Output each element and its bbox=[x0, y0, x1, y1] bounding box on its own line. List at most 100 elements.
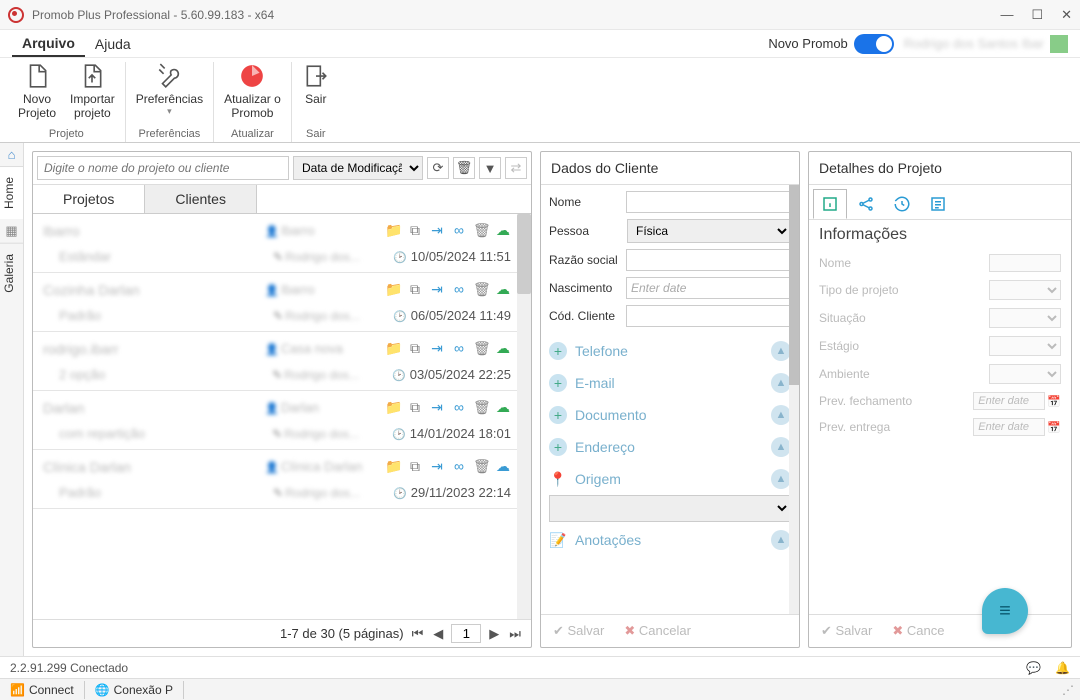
project-row[interactable]: Clínica Darlan Clínica Darlan 📁 ⧉ ⇥ ∞ 🗑 … bbox=[33, 450, 531, 509]
select-tipo[interactable] bbox=[989, 280, 1061, 300]
calendar-icon[interactable]: 📅 bbox=[1047, 395, 1061, 408]
cancelar-cliente-button[interactable]: Cancelar bbox=[624, 623, 691, 639]
export-icon[interactable]: ⇥ bbox=[429, 340, 445, 357]
scrollbar[interactable] bbox=[517, 214, 531, 619]
section-telefone[interactable]: +Telefone▲ bbox=[549, 333, 791, 365]
novo-promob-toggle[interactable] bbox=[854, 34, 894, 54]
pager-last-icon[interactable]: ⏭ bbox=[507, 626, 523, 642]
input-nome[interactable] bbox=[626, 191, 791, 213]
avatar[interactable] bbox=[1050, 35, 1068, 53]
tab-clientes[interactable]: Clientes bbox=[145, 185, 257, 213]
label-cod: Cód. Cliente bbox=[549, 309, 626, 323]
input-prev-entr[interactable] bbox=[973, 418, 1045, 436]
share-icon[interactable]: ∞ bbox=[451, 399, 467, 416]
cloud-icon[interactable]: ☁ bbox=[495, 399, 511, 416]
folder-icon[interactable]: 📁 bbox=[385, 222, 401, 239]
tab-checklist-icon[interactable] bbox=[921, 189, 955, 219]
trash-icon[interactable]: 🗑 bbox=[453, 157, 475, 179]
statustab-connect[interactable]: 📶Connect bbox=[0, 681, 85, 699]
refresh-icon[interactable]: ⟳ bbox=[427, 157, 449, 179]
folder-icon[interactable]: 📁 bbox=[385, 458, 401, 475]
share-icon[interactable]: ∞ bbox=[451, 281, 467, 298]
export-icon[interactable]: ⇥ bbox=[429, 458, 445, 475]
input-nascimento[interactable] bbox=[626, 277, 791, 299]
copy-icon[interactable]: ⧉ bbox=[407, 458, 423, 475]
menu-arquivo[interactable]: Arquivo bbox=[12, 31, 85, 57]
search-input[interactable] bbox=[37, 156, 289, 180]
menu-ajuda[interactable]: Ajuda bbox=[85, 32, 141, 56]
trash-icon[interactable]: 🗑 bbox=[473, 399, 489, 416]
maximize-icon[interactable]: ☐ bbox=[1031, 7, 1043, 23]
export-icon[interactable]: ⇥ bbox=[429, 281, 445, 298]
scrollbar[interactable] bbox=[789, 185, 799, 614]
atualizar-button[interactable]: Atualizar o Promob bbox=[224, 62, 281, 121]
folder-icon[interactable]: 📁 bbox=[385, 340, 401, 357]
filter-icon[interactable]: ▼ bbox=[479, 157, 501, 179]
calendar-icon[interactable]: 📅 bbox=[1047, 421, 1061, 434]
minimize-icon[interactable]: — bbox=[1000, 7, 1013, 23]
salvar-cliente-button[interactable]: Salvar bbox=[553, 623, 604, 639]
select-ambiente[interactable] bbox=[989, 364, 1061, 384]
salvar-projeto-button[interactable]: Salvar bbox=[821, 623, 872, 639]
input-cod[interactable] bbox=[626, 305, 791, 327]
pager-next-icon[interactable]: ▶ bbox=[487, 626, 501, 642]
folder-icon[interactable]: 📁 bbox=[385, 281, 401, 298]
sort-select[interactable]: Data de Modificação bbox=[293, 156, 423, 180]
tab-share-icon[interactable] bbox=[849, 189, 883, 219]
tab-projetos[interactable]: Projetos bbox=[33, 185, 145, 213]
tab-history-icon[interactable] bbox=[885, 189, 919, 219]
project-row[interactable]: rodrigo.ibarr Casa nova 📁 ⧉ ⇥ ∞ 🗑 ☁ 2 op… bbox=[33, 332, 531, 391]
input-prev-fech[interactable] bbox=[973, 392, 1045, 410]
sair-button[interactable]: Sair bbox=[302, 62, 330, 106]
pager-first-icon[interactable]: ⏮ bbox=[410, 626, 426, 642]
section-anotacoes[interactable]: 📝Anotações▲ bbox=[549, 522, 791, 554]
section-endereco[interactable]: +Endereço▲ bbox=[549, 429, 791, 461]
cloud-icon[interactable]: ☁ bbox=[495, 281, 511, 298]
statustab-conexao[interactable]: 🌐Conexão P bbox=[85, 681, 184, 699]
novo-projeto-button[interactable]: Novo Projeto bbox=[18, 62, 56, 121]
copy-icon[interactable]: ⧉ bbox=[407, 281, 423, 298]
select-estagio[interactable] bbox=[989, 336, 1061, 356]
pager-page-input[interactable] bbox=[451, 624, 481, 643]
select-situacao[interactable] bbox=[989, 308, 1061, 328]
sidetab-galeria[interactable]: Galeria bbox=[0, 243, 23, 303]
chat-icon[interactable]: 💬 bbox=[1026, 661, 1041, 675]
export-icon[interactable]: ⇥ bbox=[429, 222, 445, 239]
pager-prev-icon[interactable]: ◀ bbox=[431, 626, 445, 642]
trash-icon[interactable]: 🗑 bbox=[473, 281, 489, 298]
preferencias-button[interactable]: Preferências ▾ bbox=[136, 62, 203, 117]
close-icon[interactable]: ✕ bbox=[1061, 7, 1072, 23]
project-row[interactable]: Cozinha Darlan Ibarro 📁 ⧉ ⇥ ∞ 🗑 ☁ Padrão… bbox=[33, 273, 531, 332]
tab-info-icon[interactable] bbox=[813, 189, 847, 219]
copy-icon[interactable]: ⧉ bbox=[407, 222, 423, 239]
project-row[interactable]: Darlan Darlan 📁 ⧉ ⇥ ∞ 🗑 ☁ com repartição… bbox=[33, 391, 531, 450]
cloud-icon[interactable]: ☁ bbox=[495, 458, 511, 475]
section-origem[interactable]: 📍Origem▲ bbox=[549, 461, 791, 493]
cancelar-projeto-button[interactable]: Cance bbox=[892, 623, 944, 639]
select-origem[interactable] bbox=[549, 495, 791, 522]
share-icon[interactable]: ∞ bbox=[451, 340, 467, 357]
section-documento[interactable]: +Documento▲ bbox=[549, 397, 791, 429]
sync-icon[interactable]: ⇄ bbox=[505, 157, 527, 179]
trash-icon[interactable]: 🗑 bbox=[473, 340, 489, 357]
importar-projeto-button[interactable]: Importar projeto bbox=[70, 62, 115, 121]
project-row[interactable]: Ibarro Ibarro 📁 ⧉ ⇥ ∞ 🗑 ☁ Estândar Rodri… bbox=[33, 214, 531, 273]
folder-icon[interactable]: 📁 bbox=[385, 399, 401, 416]
resize-grip-icon[interactable]: ⋰ bbox=[1056, 683, 1080, 697]
export-icon[interactable]: ⇥ bbox=[429, 399, 445, 416]
cloud-icon[interactable]: ☁ bbox=[495, 340, 511, 357]
chat-fab-button[interactable]: ≡ bbox=[982, 588, 1028, 634]
bell-icon[interactable]: 🔔 bbox=[1055, 661, 1070, 675]
trash-icon[interactable]: 🗑 bbox=[473, 458, 489, 475]
copy-icon[interactable]: ⧉ bbox=[407, 399, 423, 416]
cloud-icon[interactable]: ☁ bbox=[495, 222, 511, 239]
sidetab-home[interactable]: Home bbox=[0, 166, 23, 219]
trash-icon[interactable]: 🗑 bbox=[473, 222, 489, 239]
section-email[interactable]: +E-mail▲ bbox=[549, 365, 791, 397]
copy-icon[interactable]: ⧉ bbox=[407, 340, 423, 357]
share-icon[interactable]: ∞ bbox=[451, 458, 467, 475]
select-pessoa[interactable]: Física bbox=[627, 219, 791, 243]
input-razao[interactable] bbox=[626, 249, 791, 271]
share-icon[interactable]: ∞ bbox=[451, 222, 467, 239]
input-nome-proj[interactable] bbox=[989, 254, 1061, 272]
